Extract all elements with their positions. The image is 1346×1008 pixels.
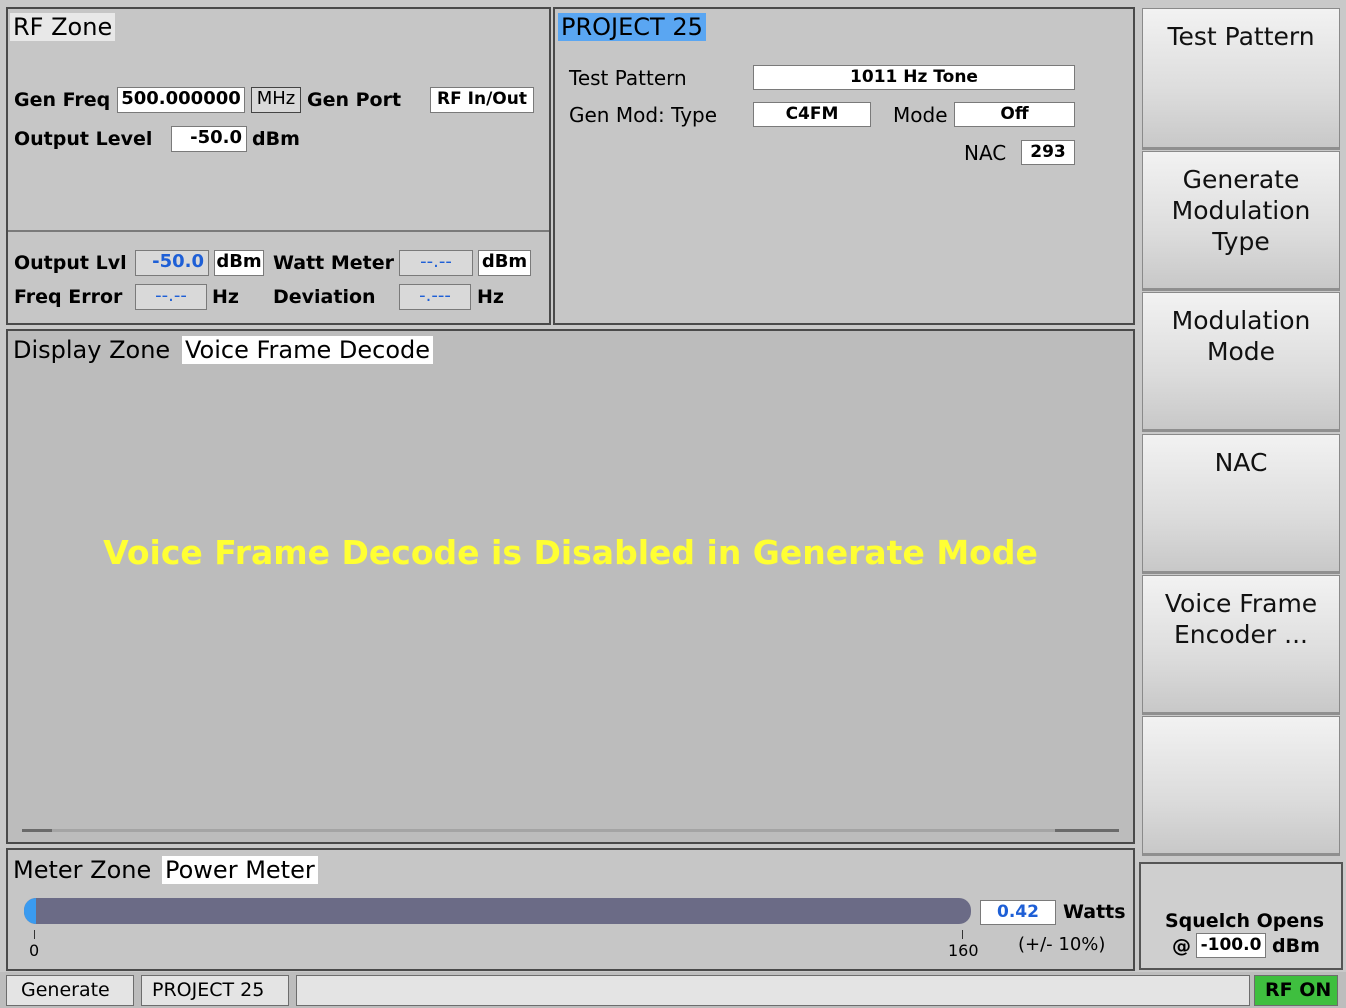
watt-meter-unit: dBm — [478, 250, 531, 276]
nac-label: NAC — [964, 141, 1007, 165]
test-pattern-field[interactable]: 1011 Hz Tone — [753, 65, 1075, 90]
softkey-line: Mode — [1206, 337, 1276, 366]
scrollbar-right-cap — [1055, 829, 1119, 832]
gen-port-field[interactable]: RF In/Out — [430, 87, 534, 113]
gen-port-label: Gen Port — [307, 89, 402, 111]
status-mode: Generate — [6, 975, 134, 1006]
softkey-line: NAC — [1214, 448, 1268, 477]
test-pattern-softkey-label: Test Pattern — [1167, 22, 1315, 51]
watt-meter-label: Watt Meter — [273, 252, 395, 274]
scale-max-label: 160 — [948, 941, 979, 960]
power-meter-bar — [24, 898, 971, 924]
display-zone-title: Display Zone — [13, 336, 171, 364]
p25-title: PROJECT 25 — [558, 13, 706, 41]
mode-field[interactable]: Off — [954, 102, 1075, 127]
squelch-at: @ — [1172, 935, 1191, 957]
power-readout: 0.42 — [980, 900, 1056, 925]
nac-softkey[interactable]: NAC — [1142, 434, 1340, 574]
test-pattern-label: Test Pattern — [569, 66, 687, 90]
rf-zone-title: RF Zone — [10, 13, 116, 41]
display-zone-tab[interactable]: Voice Frame Decode — [182, 336, 434, 364]
watt-meter-readout: --.-- — [399, 250, 473, 276]
p25-panel — [553, 7, 1135, 325]
softkey-line: Type — [1212, 227, 1270, 256]
modulation-mode-softkey[interactable]: Modulation Mode — [1142, 292, 1340, 432]
display-scrollbar[interactable] — [22, 829, 1119, 832]
gen-freq-unit-button[interactable]: MHz — [251, 87, 301, 113]
generate-modulation-type-softkey[interactable]: Generate Modulation Type — [1142, 151, 1340, 291]
gen-mod-type-field[interactable]: C4FM — [753, 102, 871, 127]
output-level-unit: dBm — [252, 128, 300, 150]
output-lvl-readout: -50.0 — [135, 250, 209, 276]
gen-freq-label: Gen Freq — [14, 89, 111, 111]
disabled-message: Voice Frame Decode is Disabled in Genera… — [103, 533, 1038, 572]
accuracy-note: (+/- 10%) — [1018, 934, 1106, 955]
deviation-unit: Hz — [477, 286, 504, 308]
deviation-readout: -.--- — [399, 284, 471, 310]
test-pattern-softkey[interactable]: Test Pattern — [1142, 8, 1340, 150]
status-system: PROJECT 25 — [141, 975, 289, 1006]
gen-mod-type-label: Gen Mod: Type — [569, 103, 718, 127]
rf-on-indicator: RF ON — [1254, 975, 1338, 1006]
rf-zone-divider — [8, 230, 549, 232]
voice-frame-encoder-softkey[interactable]: Voice Frame Encoder ... — [1142, 575, 1340, 715]
mode-label: Mode — [893, 103, 948, 127]
output-lvl-label: Output Lvl — [14, 252, 127, 274]
freq-error-readout: --.-- — [135, 284, 207, 310]
softkey-line: Encoder ... — [1174, 620, 1308, 649]
scale-tick-min — [34, 930, 35, 939]
status-message-area — [296, 975, 1250, 1006]
softkey-line: Modulation — [1171, 196, 1311, 225]
softkey-line: Generate — [1182, 165, 1300, 194]
output-level-label: Output Level — [14, 128, 153, 150]
scale-tick-max — [962, 930, 963, 939]
freq-error-unit: Hz — [212, 286, 239, 308]
meter-zone-tab[interactable]: Power Meter — [162, 856, 318, 884]
meter-zone-title: Meter Zone — [13, 856, 152, 884]
power-unit: Watts — [1063, 901, 1126, 923]
squelch-level-field[interactable]: -100.0 — [1196, 933, 1266, 958]
output-level-field[interactable]: -50.0 — [171, 126, 247, 152]
softkey-line: Modulation — [1171, 306, 1311, 335]
scrollbar-left-cap — [22, 829, 52, 832]
rf-zone-panel — [6, 7, 551, 325]
output-lvl-unit: dBm — [214, 250, 264, 276]
nac-field[interactable]: 293 — [1021, 140, 1075, 165]
squelch-label: Squelch Opens — [1165, 910, 1325, 932]
deviation-label: Deviation — [273, 286, 376, 308]
display-zone-panel — [6, 329, 1135, 844]
squelch-unit: dBm — [1272, 935, 1320, 957]
scale-min-label: 0 — [29, 941, 40, 960]
softkey-line: Voice Frame — [1164, 589, 1318, 618]
gen-freq-field[interactable]: 500.000000 — [117, 87, 245, 113]
freq-error-label: Freq Error — [14, 286, 123, 308]
blank-softkey[interactable] — [1142, 716, 1340, 856]
